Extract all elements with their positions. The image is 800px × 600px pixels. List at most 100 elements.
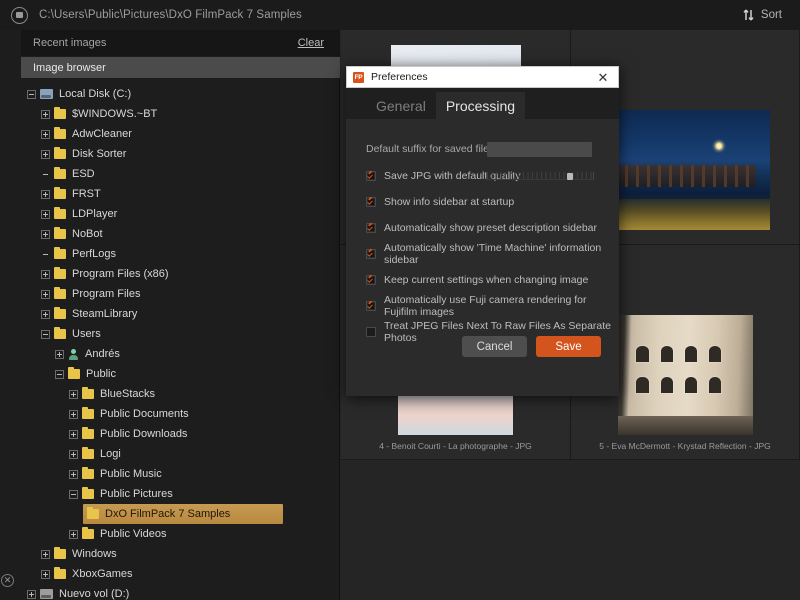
expand-icon[interactable] [55,349,64,359]
folder-tree[interactable]: Local Disk (C:) $WINDOWS.~BT AdwCleaner Dis… [21,80,340,600]
collapse-icon[interactable] [55,369,64,379]
close-icon[interactable]: ✕ [596,70,610,84]
checkbox[interactable] [366,197,376,207]
checkbox[interactable] [366,301,376,311]
checkbox[interactable] [366,171,376,181]
expand-icon[interactable] [41,309,50,319]
tree-item[interactable]: Public Documents [21,404,340,424]
tree-item-label: Public [86,367,116,380]
image-browser-label: Image browser [33,61,106,74]
save-button[interactable]: Save [536,336,601,357]
expand-icon[interactable] [41,229,50,239]
option-row[interactable]: Automatically show preset description si… [346,215,619,241]
option-row[interactable]: Automatically show 'Time Machine' inform… [346,241,619,267]
sort-arrows-icon [743,9,754,21]
option-label: Automatically show 'Time Machine' inform… [384,242,602,266]
tab-general[interactable]: General [366,92,436,119]
collapse-icon[interactable] [27,89,36,99]
expand-icon[interactable] [41,189,50,199]
expand-icon[interactable] [69,429,78,439]
expand-icon[interactable] [69,389,78,399]
checkbox[interactable] [366,249,376,259]
expand-icon[interactable] [69,529,78,539]
tree-item[interactable]: AdwCleaner [21,124,340,144]
close-circle-icon[interactable]: ✕ [1,574,14,587]
option-label: Automatically show preset description si… [384,222,598,234]
image-browser-bar[interactable]: Image browser [21,57,340,78]
tree-item[interactable]: Public [21,364,340,384]
expand-icon[interactable] [41,149,50,159]
tree-item-label: Nuevo vol (D:) [59,587,130,600]
tree-item[interactable]: Nuevo vol (D:) [21,584,340,600]
collapse-icon[interactable] [69,489,78,499]
option-label: Keep current settings when changing imag… [384,274,589,286]
tree-item[interactable]: Local Disk (C:) [21,84,340,104]
options-list[interactable]: Save JPG with default quality Show info s… [346,163,619,345]
tree-item[interactable]: Public Pictures [21,484,340,504]
tree-item[interactable]: NoBot [21,224,340,244]
cancel-button[interactable]: Cancel [462,336,527,357]
expand-icon[interactable] [69,449,78,459]
expand-icon[interactable] [41,549,50,559]
tree-item[interactable]: $WINDOWS.~BT [21,104,340,124]
slider-ticks [486,171,594,179]
clear-recent-link[interactable]: Clear [298,37,324,49]
tree-item[interactable]: LDPlayer [21,204,340,224]
default-suffix-input[interactable] [487,141,592,157]
expand-icon[interactable] [41,129,50,139]
expand-icon[interactable] [41,209,50,219]
tree-item[interactable]: BlueStacks [21,384,340,404]
dialog-titlebar[interactable]: FP Preferences ✕ [346,66,619,88]
tree-item[interactable]: DxO FilmPack 7 Samples [83,504,283,524]
folder-icon [82,406,94,419]
expand-icon[interactable] [41,109,50,119]
option-row[interactable]: Keep current settings when changing imag… [346,267,619,293]
drive-icon [11,6,28,24]
tree-item[interactable]: Public Downloads [21,424,340,444]
option-row[interactable]: Show info sidebar at startup [346,189,619,215]
tree-item[interactable]: XboxGames [21,564,340,584]
tree-item[interactable]: Public Music [21,464,340,484]
tree-item[interactable]: Public Videos [21,524,340,544]
expand-icon[interactable] [41,269,50,279]
expand-icon[interactable] [41,569,50,579]
expand-icon[interactable] [69,409,78,419]
slider-handle[interactable] [567,172,573,180]
thumbnail-caption: 5 - Eva McDermott - Krystad Reflection -… [599,441,771,451]
expand-icon[interactable] [27,589,36,599]
collapse-icon[interactable] [41,329,50,339]
expand-icon[interactable] [41,289,50,299]
tree-item[interactable]: SteamLibrary [21,304,340,324]
recent-images-label: Recent images [33,37,107,49]
tree-item[interactable]: Program Files [21,284,340,304]
dialog-tabs[interactable]: General Processing [346,88,619,119]
folder-icon [82,486,94,499]
thumbnail-image[interactable] [600,110,770,230]
checkbox[interactable] [366,275,376,285]
tree-item[interactable]: FRST [21,184,340,204]
jpg-quality-slider[interactable] [486,171,594,182]
tree-item-label: Public Pictures [100,487,173,500]
drive-icon [40,589,53,599]
option-row[interactable]: Save JPG with default quality [346,163,619,189]
folder-icon [54,326,66,339]
tree-item[interactable]: Users [21,324,340,344]
sort-button[interactable]: Sort [743,9,782,21]
tree-item[interactable]: Windows [21,544,340,564]
tree-line-icon [41,250,50,259]
tree-item-label: XboxGames [72,567,133,580]
tree-item[interactable]: Logi [21,444,340,464]
tree-item[interactable]: Andrés [21,344,340,364]
user-folder-icon [68,348,79,360]
tab-processing[interactable]: Processing [435,92,526,119]
thumbnail-image[interactable] [617,315,753,435]
tree-item[interactable]: PerfLogs [21,244,340,264]
tree-item[interactable]: Disk Sorter [21,144,340,164]
folder-icon [54,146,66,159]
folder-icon [54,246,66,259]
option-row[interactable]: Automatically use Fuji camera rendering … [346,293,619,319]
tree-item[interactable]: Program Files (x86) [21,264,340,284]
checkbox[interactable] [366,223,376,233]
expand-icon[interactable] [69,469,78,479]
tree-item[interactable]: ESD [21,164,340,184]
